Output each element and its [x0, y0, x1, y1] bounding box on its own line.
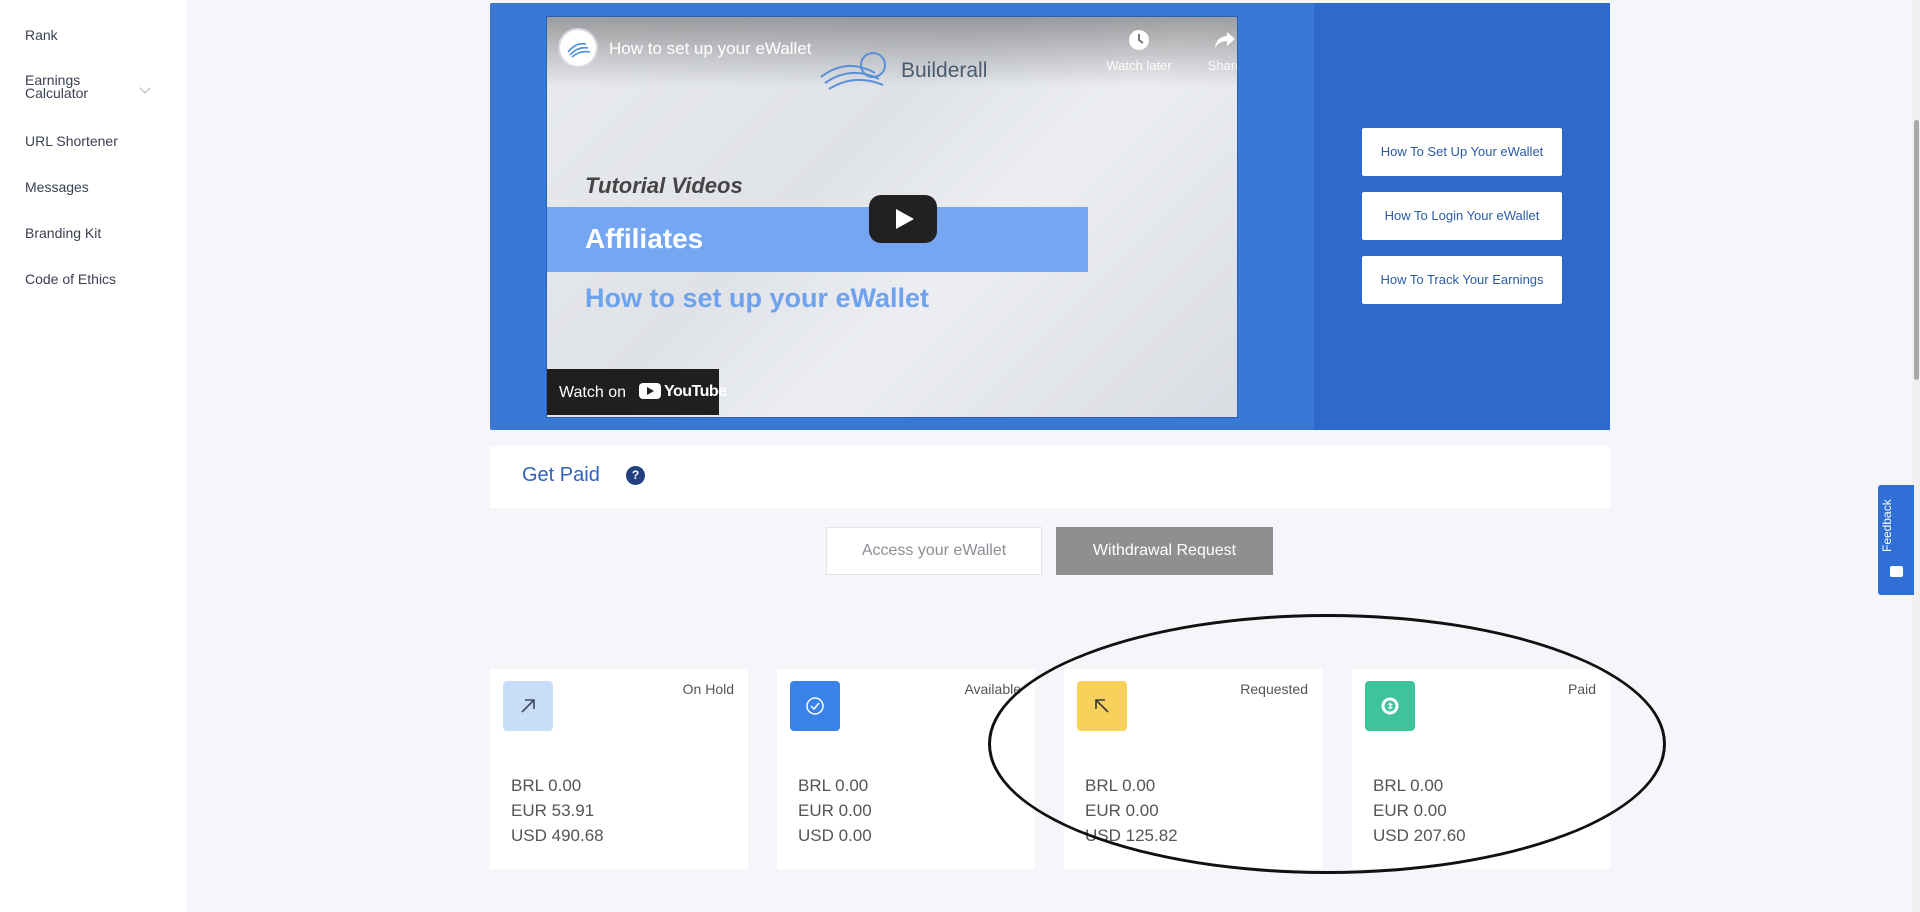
share-button[interactable]: Share — [1195, 29, 1237, 73]
brl-value: BRL 0.00 — [1085, 776, 1156, 795]
on-hold-card: On Hold BRL 0.00 EUR 53.91 USD 490.68 — [490, 669, 748, 869]
sidebar-item-code-of-ethics[interactable]: Code of Ethics — [25, 272, 116, 286]
sidebar-item-rank[interactable]: Rank — [25, 28, 58, 42]
requested-card: Requested BRL 0.00 EUR 0.00 USD 125.82 — [1064, 669, 1322, 869]
brl-value: BRL 0.00 — [1373, 776, 1444, 795]
card-values: BRL 0.00 EUR 0.00 USD 125.82 — [1085, 773, 1178, 848]
usd-value: USD 207.60 — [1373, 826, 1466, 845]
eur-value: EUR 0.00 — [1085, 801, 1159, 820]
get-paid-header: Get Paid ? — [490, 446, 1610, 508]
builderall-wordmark: Builderall — [901, 59, 988, 82]
check-circle-icon — [790, 681, 840, 731]
video-title[interactable]: How to set up your eWallet — [609, 39, 812, 59]
eur-value: EUR 53.91 — [511, 801, 595, 820]
slide-heading: Tutorial Videos — [585, 173, 743, 198]
brl-value: BRL 0.00 — [511, 776, 582, 795]
card-label: Paid — [1567, 681, 1596, 697]
card-values: BRL 0.00 EUR 53.91 USD 490.68 — [511, 773, 604, 848]
card-values: BRL 0.00 EUR 0.00 USD 207.60 — [1373, 773, 1466, 848]
card-label: Available — [964, 681, 1021, 697]
access-ewallet-button[interactable]: Access your eWallet — [826, 527, 1042, 575]
sidebar: Rank Earnings Calculator URL Shortener M… — [0, 0, 186, 912]
sidebar-item-branding-kit[interactable]: Branding Kit — [25, 226, 101, 240]
youtube-play-icon — [639, 383, 661, 399]
scrollbar-thumb[interactable] — [1914, 120, 1919, 380]
share-label: Share — [1207, 58, 1237, 73]
sidebar-item-earnings-calculator[interactable]: Earnings Calculator — [25, 73, 88, 100]
play-button[interactable] — [869, 195, 937, 243]
link-login-ewallet[interactable]: How To Login Your eWallet — [1362, 192, 1562, 240]
chevron-down-icon[interactable] — [139, 82, 151, 94]
card-label: On Hold — [682, 681, 734, 697]
builderall-logo: Builderall — [817, 47, 997, 97]
paid-card: Paid BRL 0.00 EUR 0.00 USD 207.60 — [1352, 669, 1610, 869]
brl-value: BRL 0.00 — [798, 776, 869, 795]
video-player[interactable]: How to set up your eWallet Builderall Wa… — [546, 16, 1238, 418]
sidebar-item-messages[interactable]: Messages — [25, 180, 89, 194]
feedback-chat-icon — [1890, 566, 1903, 577]
watch-later-button[interactable]: Watch later — [1099, 29, 1179, 73]
withdrawal-request-button[interactable]: Withdrawal Request — [1056, 527, 1273, 575]
usd-value: USD 490.68 — [511, 826, 604, 845]
channel-avatar[interactable] — [558, 28, 598, 68]
eur-value: EUR 0.00 — [1373, 801, 1447, 820]
slide-subtitle: How to set up your eWallet — [585, 283, 930, 313]
watch-on-label: Watch on — [559, 384, 626, 401]
builderall-logo-icon — [567, 42, 591, 58]
youtube-wordmark: YouTube — [664, 383, 727, 400]
arrow-up-left-icon — [1077, 681, 1127, 731]
available-card: Available BRL 0.00 EUR 0.00 USD 0.00 — [777, 669, 1035, 869]
watch-later-label: Watch later — [1106, 58, 1172, 73]
clock-icon — [1129, 30, 1149, 50]
eur-value: EUR 0.00 — [798, 801, 872, 820]
link-track-earnings[interactable]: How To Track Your Earnings — [1362, 256, 1562, 304]
usd-value: USD 125.82 — [1085, 826, 1178, 845]
slide-banner-text: Affiliates — [585, 223, 704, 254]
usd-value: USD 0.00 — [798, 826, 872, 845]
share-arrow-icon — [1215, 32, 1235, 48]
feedback-label: Feedback — [1880, 499, 1894, 552]
help-icon[interactable]: ? — [626, 466, 645, 485]
card-label: Requested — [1240, 681, 1308, 697]
coin-icon — [1365, 681, 1415, 731]
link-setup-ewallet[interactable]: How To Set Up Your eWallet — [1362, 128, 1562, 176]
watch-on-youtube-button[interactable]: Watch on YouTube — [547, 369, 727, 415]
get-paid-title: Get Paid — [522, 464, 600, 486]
card-values: BRL 0.00 EUR 0.00 USD 0.00 — [798, 773, 872, 848]
builderall-hand-icon — [820, 52, 886, 90]
sidebar-item-url-shortener[interactable]: URL Shortener — [25, 134, 118, 148]
arrow-up-right-icon — [503, 681, 553, 731]
